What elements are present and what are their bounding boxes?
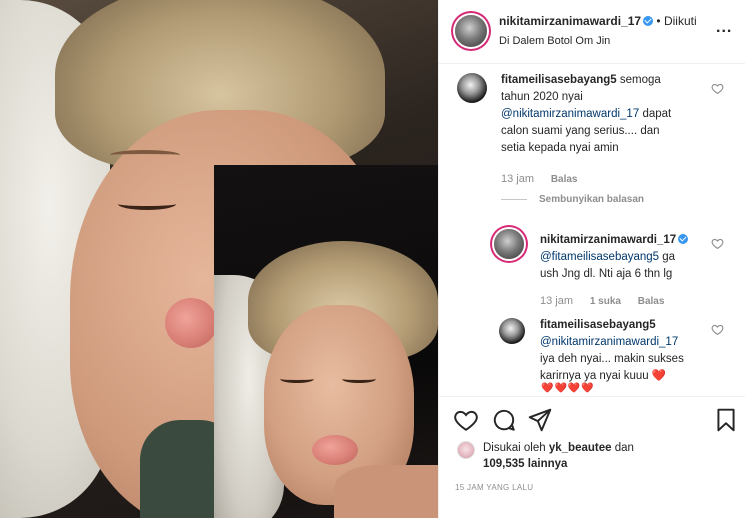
- photo-brow: [110, 150, 180, 160]
- inset-eye-left: [280, 375, 314, 383]
- comment-text-line: tahun 2020 nyai: [501, 91, 583, 103]
- comment-mention[interactable]: @nikitamirzanimawardi_17: [501, 108, 639, 120]
- likes-suffix[interactable]: lainnya: [528, 458, 568, 470]
- more-options-icon[interactable]: ...: [716, 19, 732, 37]
- comment: fitameilisasebayang5 semoga tahun 2020 n…: [501, 72, 721, 157]
- follow-status[interactable]: • Diikuti: [656, 14, 696, 28]
- comments-list[interactable]: fitameilisasebayang5 semoga tahun 2020 n…: [439, 65, 745, 396]
- comment-username[interactable]: fitameilisasebayang5: [540, 317, 720, 334]
- post-photo[interactable]: [0, 0, 438, 518]
- like-comment-heart-icon[interactable]: [711, 82, 724, 95]
- liker-avatar[interactable]: [457, 441, 475, 459]
- comment-text-line: semoga: [619, 74, 661, 86]
- comment-text-line: ga: [662, 251, 676, 263]
- reply-author-avatar[interactable]: [494, 229, 524, 259]
- comment-meta: 13 jam Balas: [501, 173, 592, 185]
- emoji-hearts: ❤️❤️❤️❤️: [541, 383, 595, 394]
- post-timestamp[interactable]: 15 JAM YANG LALU: [455, 483, 533, 492]
- comment-likes[interactable]: 1 suka: [590, 296, 621, 307]
- heart-icon[interactable]: [453, 407, 479, 433]
- comment-icon[interactable]: [491, 407, 517, 433]
- reply-button[interactable]: Balas: [638, 296, 665, 307]
- comment-text-line: ush Jng dl. Nti aja 6 thn lg: [540, 268, 673, 280]
- post-header: nikitamirzanimawardi_17 • Diikuti Di Dal…: [439, 0, 745, 64]
- comment-username[interactable]: nikitamirzanimawardi_17: [540, 234, 676, 246]
- comment-text-line: calon suami yang serius.... dan: [501, 125, 660, 137]
- inset-shoulder: [334, 465, 438, 518]
- like-comment-heart-icon[interactable]: [711, 323, 724, 336]
- reply-author-avatar[interactable]: [499, 318, 525, 344]
- comment-text-line: setia kepada nyai amin: [501, 142, 619, 154]
- inset-eye-right: [342, 375, 376, 383]
- photo-eye: [118, 198, 176, 210]
- comment-time[interactable]: 13 jam: [540, 295, 573, 307]
- reply-comment: nikitamirzanimawardi_17 @fitameilisaseba…: [540, 232, 720, 283]
- comment-time[interactable]: 13 jam: [501, 173, 534, 185]
- inset-lips: [312, 435, 358, 465]
- commenter-avatar[interactable]: [457, 73, 487, 103]
- comment-meta: 13 jam 1 suka Balas: [540, 295, 678, 307]
- comment-mention[interactable]: @nikitamirzanimawardi_17: [540, 334, 720, 351]
- author-line: nikitamirzanimawardi_17 • Diikuti: [499, 14, 697, 28]
- verified-badge-icon: [678, 234, 689, 244]
- author-avatar[interactable]: [455, 15, 487, 47]
- like-comment-heart-icon[interactable]: [711, 237, 724, 250]
- author-username[interactable]: nikitamirzanimawardi_17: [499, 14, 641, 28]
- replies-divider: [501, 199, 527, 200]
- comment-username[interactable]: fitameilisasebayang5: [501, 74, 617, 86]
- likes-prefix: Disukai oleh: [483, 442, 546, 454]
- comment-mention[interactable]: @fitameilisasebayang5: [540, 251, 659, 263]
- reply-comment: fitameilisasebayang5 @nikitamirzanimawar…: [540, 317, 720, 385]
- likes-connector: dan: [614, 442, 634, 454]
- post-side-panel: nikitamirzanimawardi_17 • Diikuti Di Dal…: [438, 0, 745, 518]
- photo-lips: [165, 298, 217, 348]
- liker-username[interactable]: yk_beautee: [549, 442, 612, 454]
- photo-inset: [214, 165, 438, 518]
- reply-button[interactable]: Balas: [551, 174, 578, 185]
- post-location[interactable]: Di Dalem Botol Om Jin: [499, 35, 610, 47]
- hide-replies-button[interactable]: Sembunyikan balasan: [539, 194, 644, 205]
- share-icon[interactable]: [527, 407, 553, 433]
- verified-badge-icon: [643, 16, 654, 26]
- likes-summary: Disukai oleh yk_beautee dan 109,535 lain…: [483, 440, 634, 472]
- comment-text-line: dapat: [642, 108, 672, 120]
- post-actions: Disukai oleh yk_beautee dan 109,535 lain…: [439, 396, 745, 518]
- likes-count[interactable]: 109,535: [483, 458, 525, 470]
- comment-text-line: iya deh nyai... makin sukses: [540, 353, 684, 365]
- bookmark-icon[interactable]: [713, 407, 739, 433]
